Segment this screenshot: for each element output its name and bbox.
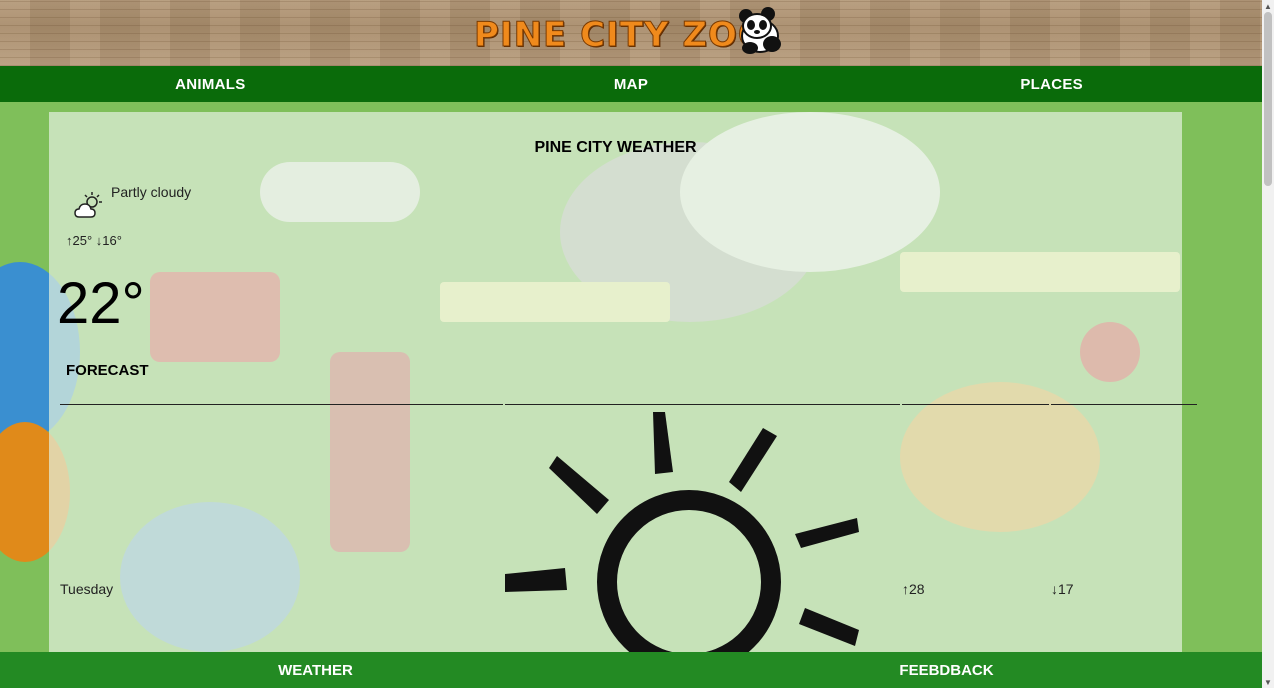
weather-condition: Partly cloudy xyxy=(111,184,192,200)
forecast-divider xyxy=(60,404,503,405)
scroll-down-arrow-icon[interactable]: ▼ xyxy=(1262,676,1274,688)
forecast-low: ↓17 xyxy=(1051,581,1074,597)
nav-map[interactable]: MAP xyxy=(421,66,842,102)
top-nav: ANIMALS MAP PLACES xyxy=(0,66,1262,102)
partly-cloudy-icon xyxy=(74,192,102,218)
scroll-up-arrow-icon[interactable]: ▲ xyxy=(1262,0,1274,12)
weather-title: PINE CITY WEATHER xyxy=(534,139,697,156)
nav-places[interactable]: PLACES xyxy=(841,66,1262,102)
forecast-heading: FORECAST xyxy=(66,362,149,379)
today-low: ↓16° xyxy=(95,233,122,248)
bottom-nav: WEATHER FEEBDBACK xyxy=(0,652,1262,688)
forecast-divider xyxy=(505,404,900,405)
weather-panel: PINE CITY WEATHER Partly cloudy ↑25° ↓16… xyxy=(49,112,1197,652)
forecast-divider xyxy=(1051,404,1197,405)
site-header: PINE CITY ZOO xyxy=(0,0,1262,66)
nav-animals[interactable]: ANIMALS xyxy=(0,66,421,102)
forecast-divider xyxy=(902,404,1049,405)
nav-feedback[interactable]: FEEBDBACK xyxy=(631,652,1262,688)
logo-text: PINE CITY ZOO xyxy=(474,15,768,56)
page-scrollbar[interactable]: ▲ ▼ xyxy=(1262,0,1274,688)
forecast-high: ↑28 xyxy=(902,581,925,597)
panda-icon xyxy=(739,7,781,54)
forecast-day: Tuesday xyxy=(60,581,114,597)
today-high-low: ↑25° ↓16° xyxy=(66,233,122,248)
site-logo[interactable]: PINE CITY ZOO xyxy=(474,7,781,60)
today-high: ↑25° xyxy=(66,233,93,248)
scroll-thumb[interactable] xyxy=(1264,12,1272,186)
current-temperature: 22° xyxy=(57,271,145,336)
nav-weather[interactable]: WEATHER xyxy=(0,652,631,688)
sun-icon xyxy=(505,412,859,652)
